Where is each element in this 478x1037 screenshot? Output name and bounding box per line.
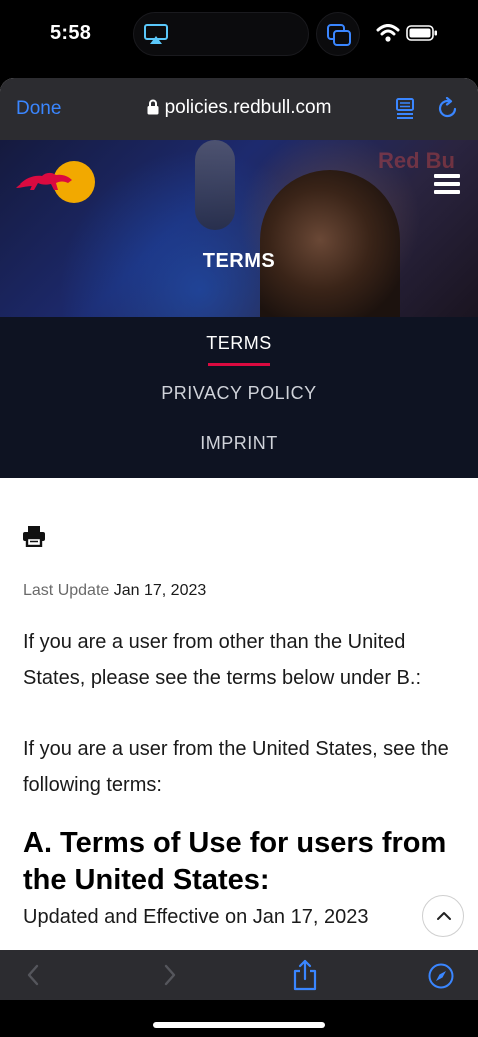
browser-sheet: Done policies.redbull.com Red Bu TERMS T… [0, 78, 478, 1000]
section-heading-a: A. Terms of Use for users from the Unite… [23, 827, 447, 896]
home-indicator[interactable] [153, 1022, 325, 1028]
forward-icon[interactable] [163, 964, 177, 991]
multitasking-bubble[interactable] [316, 12, 360, 56]
last-update: Last Update Jan 17, 2023 [23, 582, 206, 600]
url-text: policies.redbull.com [164, 97, 332, 118]
terms-content: Last Update Jan 17, 2023 If you are a us… [0, 478, 478, 950]
share-icon[interactable] [292, 959, 318, 996]
tab-privacy-policy[interactable]: PRIVACY POLICY [0, 383, 478, 404]
last-update-value: Jan 17, 2023 [113, 582, 207, 599]
compass-icon[interactable] [428, 963, 454, 994]
policy-tabs: TERMS PRIVACY POLICY IMPRINT [0, 317, 478, 478]
hero-title: TERMS [202, 250, 276, 272]
hero-background-sign: Red Bu [378, 148, 455, 173]
tab-terms[interactable]: TERMS [0, 333, 478, 354]
hero-banner: Red Bu TERMS [0, 140, 478, 317]
status-time: 5:58 [50, 22, 92, 44]
print-icon[interactable] [22, 525, 46, 552]
tab-imprint[interactable]: IMPRINT [0, 433, 478, 454]
reload-icon[interactable] [437, 96, 459, 124]
status-bar: 5:58 [0, 0, 478, 70]
intro-paragraph-us: If you are a user from the United States… [23, 738, 449, 796]
chevron-up-icon [437, 912, 451, 920]
effective-date: Updated and Effective on Jan 17, 2023 [23, 906, 369, 928]
last-update-label: Last Update [23, 582, 110, 599]
reader-icon[interactable] [395, 98, 415, 125]
active-tab-underline [208, 363, 270, 366]
scroll-to-top-button[interactable] [422, 895, 464, 937]
hero-image-microphone [195, 140, 235, 230]
redbull-logo[interactable] [16, 158, 98, 209]
battery-icon [406, 24, 438, 47]
multitasking-icon [327, 24, 351, 46]
dynamic-island[interactable] [133, 12, 309, 56]
browser-nav-bar: Done policies.redbull.com [0, 78, 478, 140]
browser-toolbar [0, 950, 478, 1000]
back-icon[interactable] [26, 964, 40, 991]
menu-icon[interactable] [434, 174, 460, 198]
intro-paragraph-non-us: If you are a user from other than the Un… [23, 631, 421, 689]
airplay-icon [144, 23, 168, 50]
wifi-icon [376, 24, 400, 47]
lock-icon [147, 99, 159, 121]
hero-image-person [260, 170, 400, 317]
